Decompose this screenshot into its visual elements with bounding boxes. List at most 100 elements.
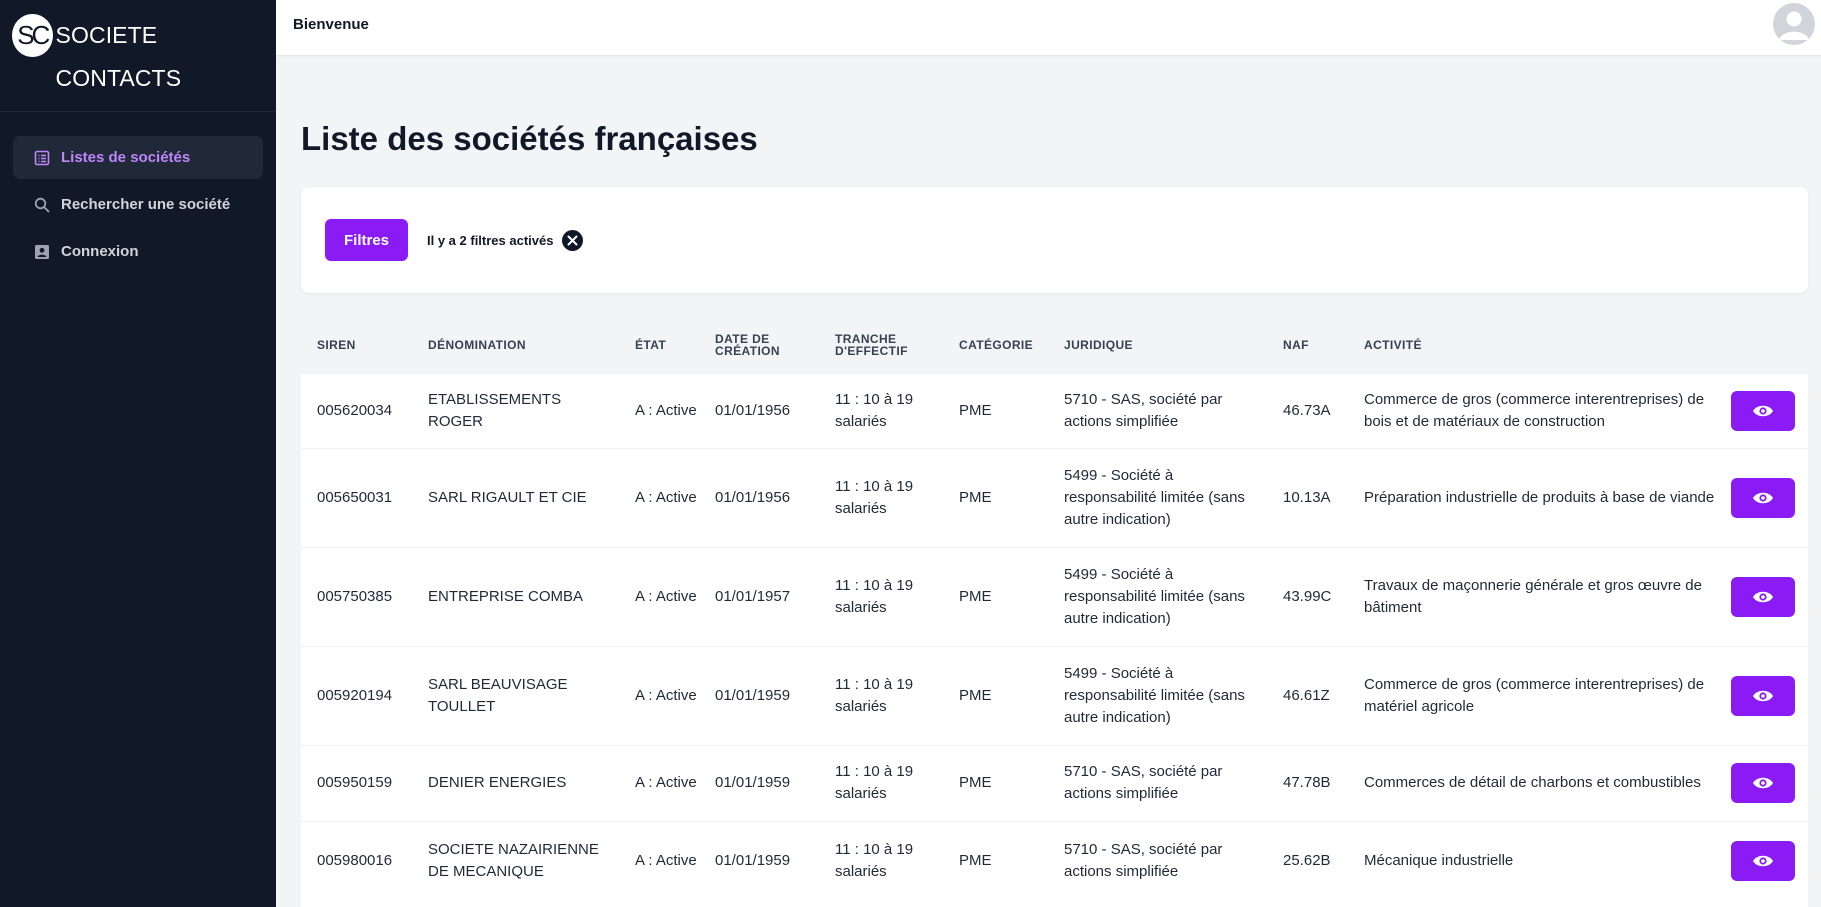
eye-icon (1752, 854, 1774, 868)
activite-cell: Commerce de gros (commerce interentrepri… (1364, 675, 1705, 715)
eye-icon (1752, 590, 1774, 604)
header-categorie: CATÉGORIE (959, 338, 1034, 353)
juridique-cell: 5710 - SAS, société par actions simplifi… (1064, 390, 1223, 430)
filters-button[interactable]: Filtres (325, 219, 408, 261)
table-row: 005920194 SARL BEAUVISAGE TOULLET A : Acti… (301, 646, 1808, 745)
actions-cell (1715, 547, 1808, 646)
companies-table-card: SIREN DÉNOMINATION ÉTAT DATE DE CRÉATION… (301, 318, 1808, 907)
activite-cell: Mécanique industrielle (1364, 851, 1514, 869)
eye-icon (1752, 689, 1774, 703)
header-actions (1715, 318, 1808, 373)
table-header-row: SIREN DÉNOMINATION ÉTAT DATE DE CRÉATION… (301, 318, 1808, 373)
juridique-cell: 5499 - Société à responsabilité limitée … (1064, 664, 1245, 726)
header-date-creation: DATE DE CRÉATION (715, 332, 780, 359)
sidebar-item-label: Connexion (61, 243, 139, 260)
etat-cell: A : Active (635, 774, 697, 791)
brand-name: SOCIETE CONTACTS (55, 22, 182, 91)
categorie-cell: PME (959, 851, 992, 869)
juridique-cell: 5499 - Société à responsabilité limitée … (1064, 565, 1245, 627)
categorie-cell: PME (959, 686, 992, 704)
etat-cell: A : Active (635, 488, 697, 506)
active-filters-text: Il y a 2 filtres activés (427, 233, 554, 248)
naf-cell: 43.99C (1283, 587, 1332, 605)
view-button[interactable] (1731, 390, 1795, 431)
sidebar-item-connexion[interactable]: Connexion (13, 230, 263, 273)
header-naf: NAF (1283, 338, 1309, 353)
juridique-cell: 5710 - SAS, société par actions simplifi… (1064, 763, 1223, 802)
date-creation-cell: 01/01/1959 (715, 686, 791, 704)
brand-logo: SC (12, 14, 53, 57)
table-row: 005750385 ENTREPRISE COMBA A : Active 01/01… (301, 547, 1808, 646)
naf-cell: 47.78B (1283, 774, 1331, 791)
actions-cell (1715, 448, 1808, 547)
welcome-text: Bienvenue (293, 16, 369, 33)
siren-cell: 005650031 (317, 488, 393, 506)
header-tranche-effectif: TRANCHE D'EFFECTIF (835, 332, 908, 359)
header-denomination: DÉNOMINATION (428, 338, 526, 353)
siren-cell: 005920194 (317, 686, 393, 704)
sidebar-item-label: Listes de sociétés (61, 149, 191, 166)
view-button[interactable] (1731, 763, 1795, 803)
sidebar-item-label: Rechercher une société (61, 196, 231, 213)
companies-table: SIREN DÉNOMINATION ÉTAT DATE DE CRÉATION… (301, 318, 1808, 900)
contact-card-icon (33, 243, 51, 261)
denomination-cell: ENTREPRISE COMBA (428, 587, 584, 605)
topbar: Bienvenue (276, 0, 1821, 56)
eye-icon (1752, 404, 1774, 418)
header-juridique: JURIDIQUE (1064, 338, 1133, 353)
date-creation-cell: 01/01/1956 (715, 401, 791, 419)
tranche-effectif-cell: 11 : 10 à 19 salariés (835, 840, 914, 880)
juridique-cell: 5710 - SAS, société par actions simplifi… (1064, 840, 1223, 880)
naf-cell: 46.73A (1283, 401, 1331, 419)
etat-cell: A : Active (635, 686, 697, 704)
naf-cell: 46.61Z (1283, 686, 1330, 704)
view-button[interactable] (1731, 477, 1795, 518)
view-button[interactable] (1731, 576, 1795, 617)
table-row: 005650031 SARL RIGAULT ET CIE A : Active 01… (301, 448, 1808, 547)
table-row: 005620034 ETABLISSEMENTS ROGER A : Active 0… (301, 373, 1808, 448)
date-creation-cell: 01/01/1959 (715, 774, 791, 791)
categorie-cell: PME (959, 401, 992, 419)
view-button[interactable] (1731, 840, 1795, 881)
siren-cell: 005950159 (317, 774, 393, 791)
brand[interactable]: SC SOCIETE CONTACTS (0, 0, 276, 112)
tranche-effectif-cell: 11 : 10 à 19 salariés (835, 390, 914, 430)
filter-panel: Filtres Il y a 2 filtres activés (301, 187, 1808, 293)
categorie-cell: PME (959, 774, 992, 791)
close-circle-icon[interactable] (562, 230, 584, 251)
sidebar-item-listes[interactable]: Listes de sociétés (13, 136, 263, 179)
view-button[interactable] (1731, 675, 1795, 716)
page-title: Liste des sociétés françaises (301, 120, 758, 157)
sidebar: SC SOCIETE CONTACTS Listes de sociétés R… (0, 0, 276, 907)
tranche-effectif-cell: 11 : 10 à 19 salariés (835, 576, 914, 616)
categorie-cell: PME (959, 587, 992, 605)
eye-icon (1752, 776, 1774, 790)
activite-cell: Commerce de gros (commerce interentrepri… (1364, 390, 1705, 430)
activite-cell: Préparation industrielle de produits à b… (1364, 488, 1715, 506)
activite-cell: Commerces de détail de charbons et combu… (1364, 774, 1701, 791)
denomination-cell: ETABLISSEMENTS ROGER (428, 390, 562, 430)
active-filters: Il y a 2 filtres activés (427, 230, 584, 251)
eye-icon (1752, 491, 1774, 505)
siren-cell: 005750385 (317, 587, 393, 605)
sidebar-nav: Listes de sociétés Rechercher une sociét… (0, 112, 276, 301)
tranche-effectif-cell: 11 : 10 à 19 salariés (835, 675, 914, 715)
table-row: 005980016 SOCIETE NAZAIRIENNE DE MECANIQU… (301, 821, 1808, 900)
search-icon (33, 196, 51, 214)
activite-cell: Travaux de maçonnerie générale et gros œ… (1364, 576, 1702, 616)
juridique-cell: 5499 - Société à responsabilité limitée … (1064, 466, 1245, 528)
header-etat: ÉTAT (635, 338, 667, 353)
naf-cell: 10.13A (1283, 488, 1331, 506)
sidebar-item-rechercher[interactable]: Rechercher une société (13, 183, 263, 226)
header-siren: SIREN (317, 338, 356, 353)
date-creation-cell: 01/01/1959 (715, 851, 791, 869)
etat-cell: A : Active (635, 587, 697, 605)
etat-cell: A : Active (635, 401, 697, 419)
naf-cell: 25.62B (1283, 851, 1331, 869)
actions-cell (1715, 373, 1808, 448)
user-avatar-icon[interactable] (1773, 3, 1815, 45)
denomination-cell: SARL BEAUVISAGE TOULLET (428, 675, 568, 715)
actions-cell (1715, 821, 1808, 900)
categorie-cell: PME (959, 488, 992, 506)
header-activite: ACTIVITÉ (1364, 338, 1422, 353)
